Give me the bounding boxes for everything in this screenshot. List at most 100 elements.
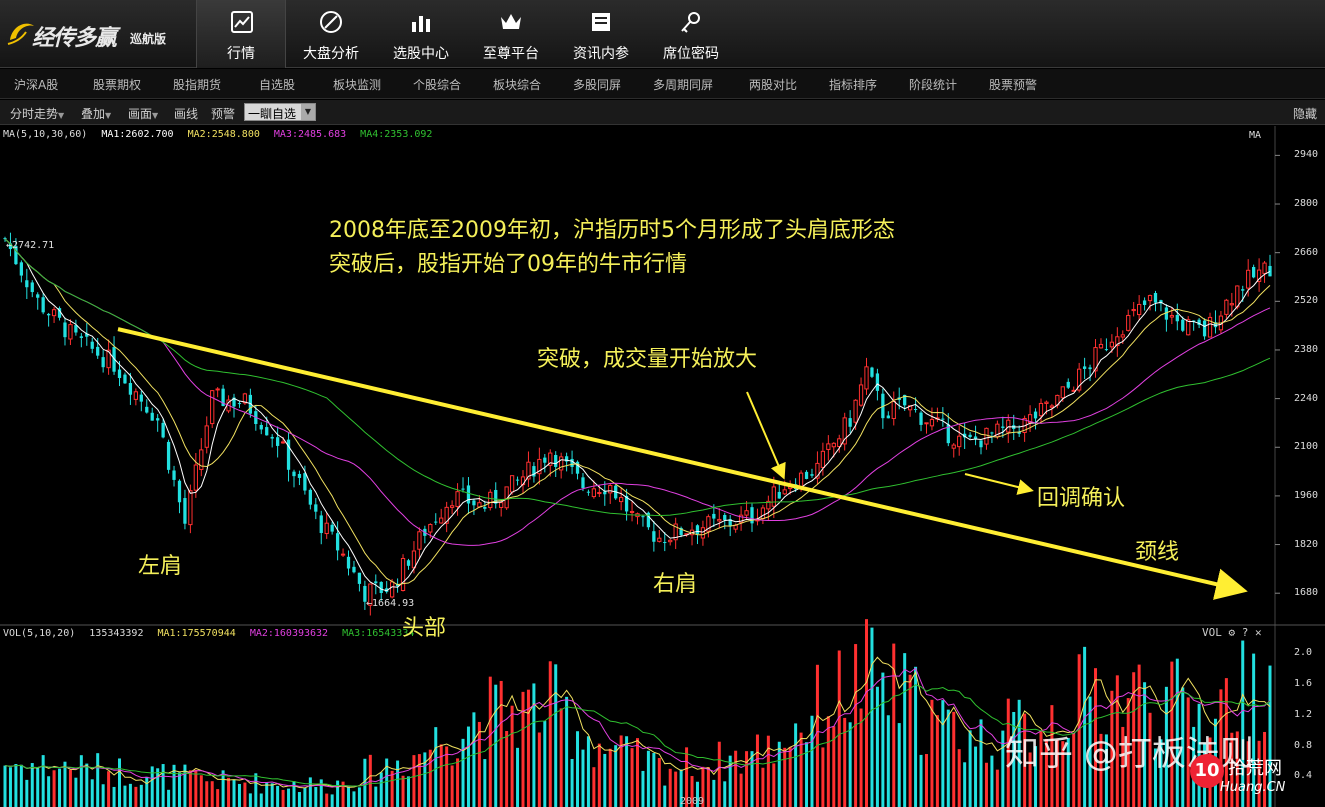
candle[interactable] [406, 558, 411, 570]
candle[interactable] [1164, 304, 1169, 332]
candle[interactable] [46, 312, 51, 327]
volume-bar[interactable] [581, 749, 585, 807]
volume-bar[interactable] [450, 765, 454, 807]
volume-bar[interactable] [308, 777, 312, 807]
volume-bar[interactable] [199, 775, 203, 807]
vol-panel-tools[interactable]: VOL ⚙ ? ✕ [1202, 626, 1262, 639]
volume-bar[interactable] [434, 727, 438, 807]
volume-bar[interactable] [423, 752, 427, 807]
candle[interactable] [215, 387, 220, 398]
candle[interactable] [526, 451, 531, 488]
volume-bar[interactable] [946, 709, 950, 807]
draw-line-button[interactable]: 画线 [174, 105, 198, 122]
volume-bar[interactable] [914, 666, 918, 807]
menu-item-stock-alert[interactable]: 股票预警 [989, 76, 1037, 93]
volume-bar[interactable] [777, 741, 781, 807]
volume-bar[interactable] [641, 770, 645, 807]
candle[interactable] [400, 554, 406, 592]
candle[interactable] [133, 388, 138, 406]
candle[interactable] [738, 506, 744, 531]
candle[interactable] [106, 339, 111, 375]
volume-bar[interactable] [483, 759, 487, 807]
volume-bar[interactable] [177, 772, 181, 807]
candle[interactable] [1142, 297, 1147, 311]
candle[interactable] [385, 581, 389, 594]
candle[interactable] [575, 460, 580, 480]
candle[interactable] [439, 508, 444, 524]
candle[interactable] [1175, 303, 1179, 331]
candle[interactable] [935, 407, 940, 423]
watchlist-select[interactable]: 一瞓自选 ▼ [244, 103, 316, 121]
candle[interactable] [973, 425, 978, 446]
volume-bar[interactable] [843, 717, 847, 807]
candle[interactable] [804, 470, 809, 480]
volume-bar[interactable] [570, 758, 574, 807]
candle[interactable] [461, 477, 465, 493]
candle[interactable] [537, 447, 542, 485]
candle[interactable] [520, 470, 526, 494]
volume-bar[interactable] [357, 787, 361, 807]
candle[interactable] [210, 390, 215, 429]
volume-bar[interactable] [276, 785, 280, 807]
volume-bar[interactable] [36, 767, 40, 807]
volume-bar[interactable] [521, 691, 525, 807]
candle[interactable] [1252, 264, 1256, 279]
candle[interactable] [1131, 301, 1136, 317]
volume-bar[interactable] [788, 746, 792, 807]
candle[interactable] [199, 438, 204, 477]
intraday-dropdown[interactable]: 分时走势▼ [10, 105, 64, 122]
volume-bar[interactable] [30, 763, 34, 807]
candle[interactable] [532, 462, 536, 483]
candle[interactable] [472, 498, 476, 515]
candle[interactable] [150, 407, 154, 421]
volume-bar[interactable] [924, 754, 928, 807]
volume-bar[interactable] [456, 758, 460, 807]
volume-bar[interactable] [565, 696, 569, 807]
volume-bar[interactable] [90, 779, 94, 807]
volume-bar[interactable] [903, 653, 907, 807]
candle[interactable] [1093, 339, 1098, 378]
volume-bar[interactable] [330, 794, 334, 807]
volume-bar[interactable] [401, 775, 405, 807]
nav-premium-platform[interactable]: 至尊平台 [466, 0, 556, 68]
volume-bar[interactable] [821, 747, 825, 807]
volume-bar[interactable] [990, 755, 994, 807]
volume-bar[interactable] [118, 758, 122, 807]
volume-bar[interactable] [766, 735, 770, 807]
volume-bar[interactable] [336, 780, 340, 807]
candle[interactable] [417, 527, 422, 559]
volume-bar[interactable] [826, 716, 830, 807]
candle[interactable] [635, 512, 640, 525]
candle[interactable] [101, 349, 105, 373]
volume-bar[interactable] [237, 783, 241, 807]
candle[interactable] [477, 495, 482, 509]
candle[interactable] [172, 465, 176, 487]
candle[interactable] [1115, 327, 1120, 357]
volume-bar[interactable] [848, 722, 852, 807]
candle[interactable] [357, 572, 362, 592]
volume-bar[interactable] [957, 749, 961, 807]
candle[interactable] [957, 425, 962, 456]
menu-item-compare[interactable]: 两股对比 [749, 76, 797, 93]
volume-bar[interactable] [188, 770, 192, 807]
volume-bar[interactable] [63, 761, 67, 807]
candle[interactable] [543, 454, 547, 473]
candle[interactable] [907, 405, 913, 417]
candle[interactable] [314, 497, 318, 520]
volume-bar[interactable] [706, 767, 710, 807]
candle[interactable] [204, 416, 209, 454]
candle[interactable] [36, 292, 40, 310]
candle[interactable] [1012, 414, 1016, 440]
volume-bar[interactable] [745, 751, 749, 807]
volume-bar[interactable] [526, 689, 530, 807]
volume-bar[interactable] [210, 781, 214, 807]
volume-bar[interactable] [232, 779, 236, 807]
menu-item-sector-monitor[interactable]: 板块监测 [333, 76, 381, 93]
volume-bar[interactable] [396, 760, 400, 807]
volume-bar[interactable] [74, 777, 78, 807]
volume-bar[interactable] [548, 661, 552, 807]
candle[interactable] [232, 393, 236, 418]
candle[interactable] [292, 469, 296, 488]
menu-item-sector-overview[interactable]: 板块综合 [493, 76, 541, 93]
volume-bar[interactable] [145, 776, 149, 807]
